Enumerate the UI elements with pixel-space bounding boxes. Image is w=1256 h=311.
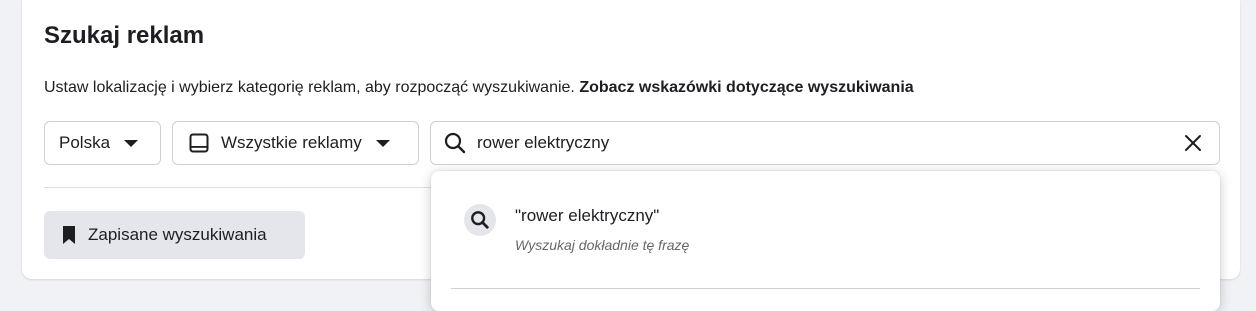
- page-title: Szukaj reklam: [44, 22, 205, 49]
- country-dropdown[interactable]: Polska: [44, 121, 161, 165]
- bookmark-icon: [62, 225, 76, 245]
- close-icon[interactable]: [1181, 131, 1205, 155]
- ad-category-label: Wszystkie reklamy: [221, 133, 362, 152]
- suggestion-text: "rower elektryczny": [515, 206, 660, 225]
- suggestion-exact-phrase[interactable]: "rower elektryczny" Wyszukaj dokładnie t…: [431, 171, 1220, 271]
- search-input[interactable]: rower elektryczny: [430, 121, 1220, 165]
- dropdown-divider: [451, 288, 1200, 289]
- tablet-icon: [189, 133, 209, 153]
- search-query[interactable]: rower elektryczny: [477, 133, 1181, 153]
- country-label: Polska: [59, 133, 111, 152]
- section-divider: [44, 187, 440, 188]
- search-suggestions-dropdown: "rower elektryczny" Wyszukaj dokładnie t…: [431, 171, 1220, 311]
- search-tips-link[interactable]: Zobacz wskazówki dotyczące wyszukiwania: [579, 79, 913, 96]
- caret-down-icon: [124, 139, 139, 147]
- caret-down-icon: [375, 139, 390, 147]
- saved-searches-label: Zapisane wyszukiwania: [88, 225, 267, 244]
- saved-searches-button[interactable]: Zapisane wyszukiwania: [44, 211, 305, 259]
- description-text: Ustaw lokalizację i wybierz kategorię re…: [44, 79, 575, 96]
- search-icon: [464, 204, 496, 236]
- description: Ustaw lokalizację i wybierz kategorię re…: [44, 78, 914, 98]
- ad-category-dropdown[interactable]: Wszystkie reklamy: [172, 121, 419, 165]
- suggestion-subtext: Wyszukaj dokładnie tę frazę: [515, 237, 690, 253]
- search-icon: [444, 132, 466, 154]
